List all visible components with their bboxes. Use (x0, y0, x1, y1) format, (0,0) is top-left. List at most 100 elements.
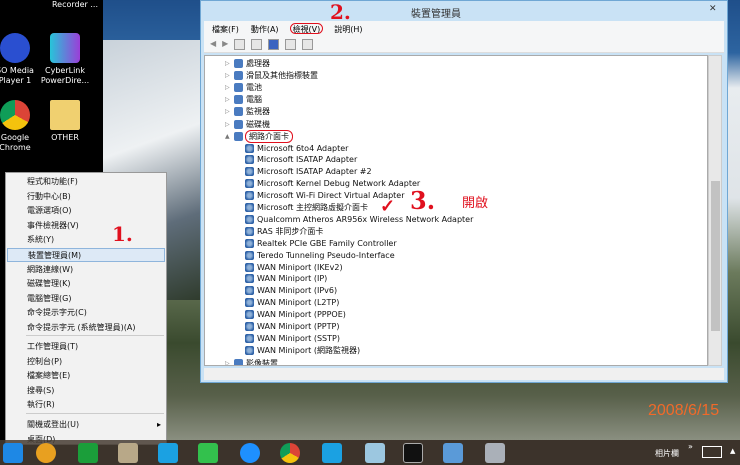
control-panel-icon[interactable] (443, 443, 463, 463)
context-menu-item[interactable]: 執行(R) (7, 398, 165, 412)
help-icon[interactable] (268, 39, 280, 50)
ie-icon[interactable] (240, 443, 260, 463)
expand-icon[interactable]: ▷ (225, 96, 231, 103)
keyboard-icon[interactable] (702, 446, 722, 458)
tree-item-adapter[interactable]: RAS 非同步介面卡 (245, 225, 323, 237)
view-icon[interactable] (285, 39, 297, 50)
icon-label: Recorder ... (51, 0, 99, 9)
app-icon[interactable] (118, 443, 138, 463)
list-icon[interactable] (251, 39, 263, 50)
tree-item-adapter[interactable]: Microsoft 主控網路虛擬介面卡 (245, 202, 368, 214)
annotation-check: ✓ (380, 196, 396, 217)
context-menu-item[interactable]: 搜尋(S) (7, 384, 165, 398)
collapse-icon[interactable]: ▲ (225, 133, 231, 140)
chevron-icon[interactable]: » (688, 442, 693, 451)
context-menu-item[interactable]: 關機或登出(U) (7, 418, 165, 432)
device-category-icon (234, 58, 243, 68)
expand-icon[interactable]: ▷ (225, 84, 231, 91)
device-category-icon (234, 131, 243, 141)
tree-item-adapter[interactable]: Teredo Tunneling Pseudo-Interface (245, 249, 395, 261)
toolbar-label[interactable]: 相片欄 (655, 448, 679, 459)
context-menu-item[interactable]: 電腦管理(G) (7, 292, 165, 306)
cmd-icon[interactable] (403, 443, 423, 463)
context-menu-item[interactable]: 檔案總管(E) (7, 369, 165, 383)
context-menu-item[interactable]: 裝置管理員(M) (7, 248, 165, 262)
tree-item-adapter[interactable]: Microsoft ISATAP Adapter #2 (245, 166, 372, 178)
title-bar[interactable]: 裝置管理員 ✕ (201, 1, 727, 21)
menu-separator (26, 413, 164, 414)
tree-item-adapter[interactable]: WAN Miniport (SSTP) (245, 332, 340, 344)
network-adapter-icon (245, 286, 254, 296)
context-menu-item[interactable]: 控制台(P) (7, 355, 165, 369)
icon-label: CyberLink PowerDire... (40, 66, 90, 85)
tree-item-adapter[interactable]: WAN Miniport (PPTP) (245, 321, 339, 333)
tree-category[interactable]: ▷ 電腦 (225, 94, 262, 106)
close-icon[interactable]: ✕ (709, 4, 723, 16)
device-category-icon (234, 82, 243, 92)
context-menu-item[interactable]: 命令提示字元(C) (7, 306, 165, 320)
menu-help[interactable]: 說明(H) (334, 24, 362, 34)
tree-item-label: Microsoft Kernel Debug Network Adapter (257, 179, 421, 189)
expand-icon[interactable]: ▷ (225, 360, 231, 366)
expand-icon[interactable]: ▷ (225, 60, 231, 67)
tree-item-adapter[interactable]: Qualcomm Atheros AR956x Wireless Network… (245, 213, 473, 225)
context-menu-item[interactable]: 網路連線(W) (7, 263, 165, 277)
store-icon[interactable] (78, 443, 98, 463)
desktop-icon-cyberlink[interactable]: CyberLink PowerDire... (35, 33, 95, 86)
context-menu-item[interactable]: 行動中心(B) (7, 190, 165, 204)
tree-item-adapter[interactable]: Microsoft ISATAP Adapter (245, 154, 357, 166)
device-manager-taskbar-icon[interactable] (485, 443, 505, 463)
desktop-icon-recorder[interactable]: Recorder ... (45, 0, 105, 10)
line-icon[interactable] (198, 443, 218, 463)
app-icon[interactable] (36, 443, 56, 463)
menu-action[interactable]: 動作(A) (251, 24, 279, 34)
back-icon[interactable]: ◀ (210, 39, 216, 49)
tree-item-adapter[interactable]: Microsoft 6to4 Adapter (245, 142, 348, 154)
vertical-scrollbar[interactable] (708, 55, 722, 366)
desktop-icon-other-folder[interactable]: OTHER (35, 100, 95, 143)
network-adapter-icon (245, 155, 254, 165)
tree-category[interactable]: ▷ 影像裝置 (225, 357, 278, 366)
tree-item-adapter[interactable]: WAN Miniport (IKEv2) (245, 261, 343, 273)
tree-item-adapter[interactable]: Microsoft Kernel Debug Network Adapter (245, 178, 420, 190)
context-menu-item[interactable]: 程式和功能(F) (7, 175, 165, 189)
notepad-icon[interactable] (365, 443, 385, 463)
tree-category[interactable]: ▷ 磁碟機 (225, 118, 270, 130)
forward-icon[interactable]: ▶ (222, 39, 228, 49)
skype-icon[interactable] (158, 443, 178, 463)
tree-category[interactable]: ▷ 滑鼠及其他指標裝置 (225, 69, 318, 81)
expand-icon[interactable]: ▷ (225, 108, 231, 115)
tree-item-adapter[interactable]: Realtek PCIe GBE Family Controller (245, 237, 397, 249)
tree-item-label: WAN Miniport (SSTP) (257, 333, 340, 343)
context-menu-item[interactable]: 系統(Y) (7, 233, 165, 247)
menu-file[interactable]: 檔案(F) (212, 24, 239, 34)
tree-item-adapter[interactable]: WAN Miniport (IPv6) (245, 285, 337, 297)
tree-category[interactable]: ▷ 監視器 (225, 106, 270, 118)
context-menu-item[interactable]: 電源選項(O) (7, 204, 165, 218)
tree-item-adapter[interactable]: WAN Miniport (L2TP) (245, 297, 339, 309)
chrome-icon[interactable] (280, 443, 300, 463)
taskbar: 相片欄 » ▲ (0, 440, 740, 465)
tree-item-adapter[interactable]: WAN Miniport (網路監視器) (245, 344, 360, 356)
expand-icon[interactable]: ▷ (225, 72, 231, 79)
context-menu-item[interactable]: 命令提示字元 (系統管理員)(A) (7, 321, 165, 335)
tree-item-adapter[interactable]: WAN Miniport (PPPOE) (245, 309, 346, 321)
cyberlink-icon (50, 33, 80, 63)
tree-item-adapter[interactable]: WAN Miniport (IP) (245, 273, 327, 285)
properties-icon[interactable] (234, 39, 246, 50)
tray-up-arrow-icon[interactable]: ▲ (730, 447, 735, 455)
tree-category-network-adapters[interactable]: ▲ 網路介面卡 (225, 129, 293, 143)
context-menu-item[interactable]: 事件檢視器(V) (7, 219, 165, 233)
expand-icon[interactable]: ▷ (225, 121, 231, 128)
start-icon[interactable] (3, 443, 23, 463)
tree-category[interactable]: ▷ 電池 (225, 81, 262, 93)
context-menu-item[interactable]: 工作管理員(T) (7, 340, 165, 354)
network-adapter-icon (245, 322, 254, 331)
menu-view[interactable]: 檢視(V) (289, 23, 324, 34)
tree-item-label: WAN Miniport (PPPOE) (257, 310, 346, 320)
skype-running-icon[interactable] (322, 443, 342, 463)
context-menu-item[interactable]: 磁碟管理(K) (7, 277, 165, 291)
scrollbar-thumb[interactable] (711, 181, 720, 331)
tree-category[interactable]: ▷ 處理器 (225, 57, 270, 69)
scan-hardware-icon[interactable] (302, 39, 314, 50)
